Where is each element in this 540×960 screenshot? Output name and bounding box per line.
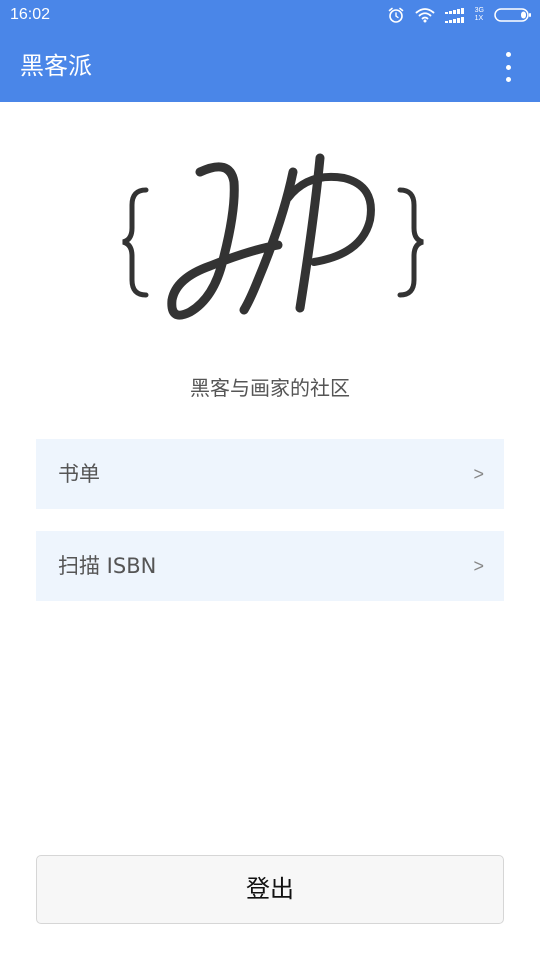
scan-isbn-label: 扫描 ISBN	[58, 554, 157, 578]
book-list-item[interactable]: 书单 >	[36, 439, 504, 509]
screen: 16:02 3G 1X 黑客派 黑客与画家的社区 书单 > 扫描 ISBN > …	[0, 0, 540, 960]
menu-dot	[505, 64, 511, 70]
chevron-right-icon: >	[473, 464, 484, 484]
chevron-right-icon: >	[473, 556, 484, 576]
battery-icon	[494, 8, 531, 22]
signal-icon	[444, 8, 464, 23]
alarm-clock-icon	[388, 7, 403, 23]
network-type-label: 3G 1X	[475, 7, 484, 23]
tagline: 黑客与画家的社区	[190, 376, 350, 400]
status-time: 16:02	[10, 6, 51, 23]
scan-isbn-item[interactable]: 扫描 ISBN >	[36, 531, 504, 601]
menu-dot	[505, 52, 511, 57]
status-icons: 3G 1X	[387, 5, 532, 25]
logout-button[interactable]: 登出	[36, 855, 504, 924]
network-type-top: 3G	[474, 7, 484, 14]
app-bar: 黑客派	[0, 30, 540, 102]
hp-logo	[122, 153, 424, 320]
menu-dot	[505, 77, 511, 82]
logout-label: 登出	[246, 875, 294, 903]
app-title: 黑客派	[20, 52, 92, 80]
status-bar: 16:02 3G 1X	[0, 0, 540, 30]
book-list-label: 书单	[58, 462, 100, 486]
network-type-bottom: 1X	[474, 15, 484, 22]
wifi-icon	[415, 8, 435, 23]
overflow-menu-icon[interactable]	[498, 52, 518, 82]
